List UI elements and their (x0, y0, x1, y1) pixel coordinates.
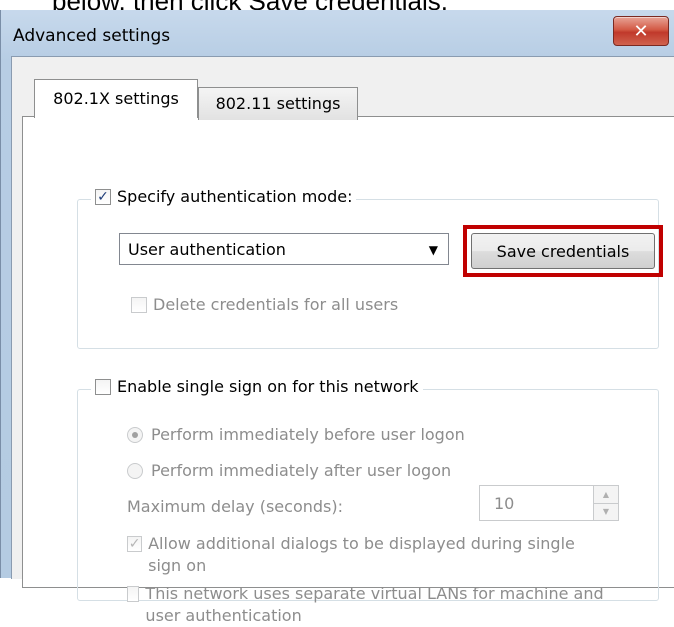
max-delay-label: Maximum delay (seconds): (127, 497, 343, 516)
stepper-buttons: ▲ ▼ (593, 486, 618, 520)
radio-before-logon-label: Perform immediately before user logon (151, 425, 465, 444)
tab-80211-settings[interactable]: 802.11 settings (198, 87, 358, 120)
allow-dialogs-checkbox[interactable]: ✓ (127, 536, 143, 552)
specify-auth-mode-label[interactable]: Specify authentication mode: (117, 187, 352, 206)
radio-before-logon-row: Perform immediately before user logon (127, 425, 465, 444)
auth-mode-legend: ✓ Specify authentication mode: (91, 187, 357, 206)
specify-auth-mode-checkbox[interactable]: ✓ (95, 188, 111, 205)
save-credentials-button[interactable]: Save credentials (471, 233, 655, 269)
title-bar: Advanced settings ✕ (1, 10, 674, 56)
delete-credentials-row: Delete credentials for all users (131, 295, 398, 314)
enable-sso-label[interactable]: Enable single sign on for this network (117, 377, 419, 396)
auth-mode-select[interactable]: User authentication ▼ (119, 233, 449, 265)
close-icon: ✕ (633, 20, 649, 42)
allow-dialogs-row: ✓ Allow additional dialogs to be display… (127, 533, 607, 577)
vlan-checkbox[interactable] (127, 586, 140, 602)
tab-panel-8021x: ✓ Specify authentication mode: User auth… (22, 116, 674, 625)
radio-after-logon-row: Perform immediately after user logon (127, 461, 451, 480)
max-delay-row: Maximum delay (seconds): (127, 497, 343, 516)
max-delay-stepper[interactable]: 10 ▲ ▼ (479, 485, 619, 521)
radio-before-logon[interactable] (127, 426, 143, 443)
radio-after-logon-label: Perform immediately after user logon (151, 461, 452, 480)
allow-dialogs-label: Allow additional dialogs to be displayed… (148, 534, 575, 575)
radio-after-logon[interactable] (127, 462, 143, 479)
tab-8021x-settings[interactable]: 802.1X settings (34, 79, 198, 118)
chevron-down-icon: ▼ (428, 243, 438, 257)
vlan-label: This network uses separate virtual LANs … (145, 584, 604, 625)
max-delay-value: 10 (494, 493, 515, 513)
dialog-body: 802.1X settings 802.11 settings ✓ Specif… (11, 56, 674, 625)
delete-credentials-label: Delete credentials for all users (153, 295, 399, 314)
close-button[interactable]: ✕ (613, 16, 669, 46)
delete-credentials-checkbox[interactable] (131, 296, 147, 313)
arrow-up-icon[interactable]: ▲ (594, 486, 618, 504)
enable-sso-checkbox[interactable] (95, 378, 111, 395)
auth-mode-select-value: User authentication (128, 239, 286, 259)
vlan-row: This network uses separate virtual LANs … (127, 583, 607, 627)
sso-legend: Enable single sign on for this network (91, 377, 423, 396)
arrow-down-icon[interactable]: ▼ (594, 503, 618, 520)
window-title: Advanced settings (13, 26, 171, 46)
advanced-settings-dialog: Advanced settings ✕ 802.1X settings 802.… (0, 10, 674, 625)
